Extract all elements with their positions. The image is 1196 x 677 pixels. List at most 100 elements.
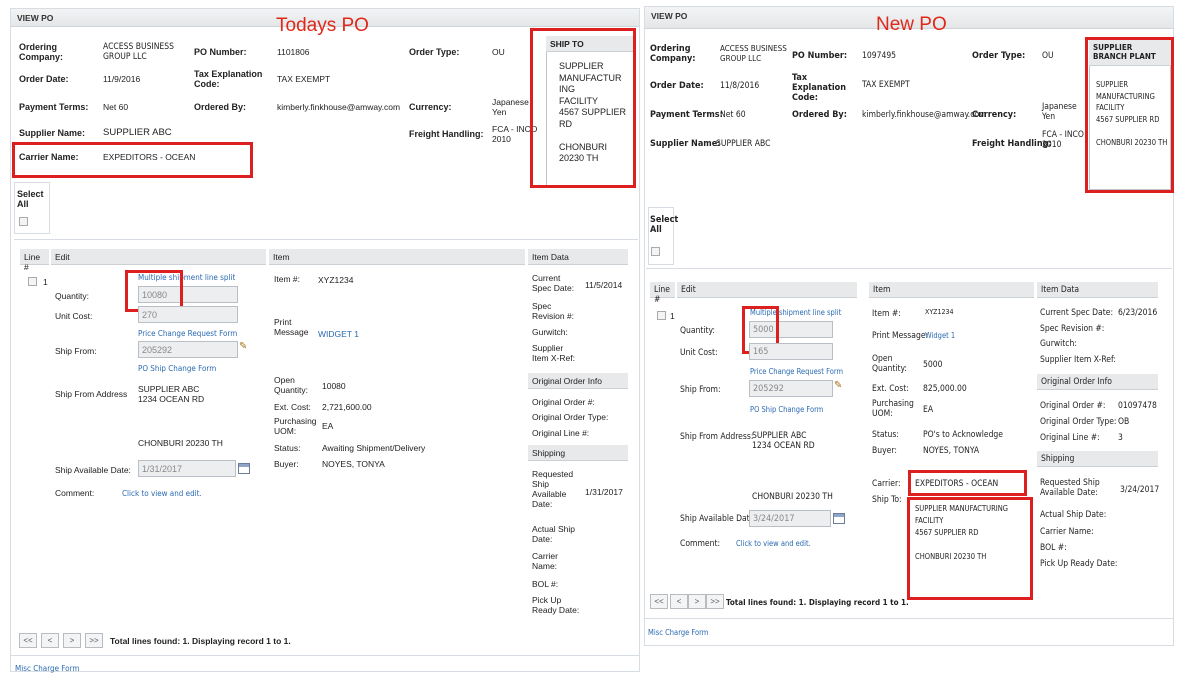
price-change-link-r[interactable]: Price Change Request Form <box>750 367 843 377</box>
line-number: 1 <box>43 277 48 287</box>
pencil-icon[interactable]: ✎ <box>239 341 249 352</box>
status-label: Status: <box>274 443 301 453</box>
select-all-checkbox-r[interactable] <box>651 247 660 256</box>
ship-from-city-value: CHONBURI 20230 TH <box>138 438 223 448</box>
pager-last-button[interactable]: >> <box>85 633 103 648</box>
original-order-info-title: Original Order Info <box>528 373 628 389</box>
original-order-type-label-r: Original Order Type: <box>1040 417 1117 427</box>
ext-cost-value-r: 825,000.00 <box>923 384 967 394</box>
original-order-label: Original Order #: <box>532 397 595 407</box>
ship-from-address-label: Ship From Address <box>55 389 128 399</box>
pager-first-button-r[interactable]: << <box>650 594 668 609</box>
supplier-item-xref-label-r: Supplier Item X-Ref: <box>1040 355 1116 365</box>
buyer-value-r: NOYES, TONYA <box>923 446 980 456</box>
unit-cost-input-r[interactable]: 165 <box>749 343 833 360</box>
pickup-ready-date-label: Pick Up Ready Date: <box>532 595 580 615</box>
freight-handling-label-r: Freight Handling: <box>972 139 1052 149</box>
select-all-label: Select All <box>17 189 44 209</box>
item-number-label-r: Item #: <box>872 309 901 319</box>
requested-ship-date-label-r: Requested Ship Available Date: <box>1040 478 1100 498</box>
original-line-label-r: Original Line #: <box>1040 433 1100 443</box>
current-spec-date-value: 11/5/2014 <box>585 280 623 290</box>
ship-from-address-value: SUPPLIER ABC 1234 OCEAN RD <box>138 384 205 404</box>
price-change-link[interactable]: Price Change Request Form <box>138 329 237 339</box>
print-message-label: Print Message <box>274 317 309 337</box>
column-item: Item <box>269 249 525 265</box>
ext-cost-label-r: Ext. Cost: <box>872 384 909 394</box>
gurwitch-label-r: Gurwitch: <box>1040 339 1077 349</box>
carrier-name-label-2: Carrier Name: <box>532 551 558 571</box>
supplier-name-value: SUPPLIER ABC <box>103 127 172 138</box>
ship-available-date-input[interactable]: 1/31/2017 <box>138 460 236 477</box>
pager-prev-button[interactable]: < <box>41 633 59 648</box>
divider-bottom-r <box>645 618 1173 619</box>
highlight-carrier-r <box>908 470 1027 496</box>
quantity-label: Quantity: <box>55 291 90 301</box>
annotation-title-todays-po: Todays PO <box>276 15 369 36</box>
pager-last-button-r[interactable]: >> <box>706 594 724 609</box>
unit-cost-input[interactable]: 270 <box>138 306 238 323</box>
payment-terms-value-r: Net 60 <box>720 110 746 120</box>
status-value: Awaiting Shipment/Delivery <box>322 443 426 453</box>
order-date-value: 11/9/2016 <box>103 74 141 84</box>
requested-ship-date-label: Requested Ship Available Date: <box>532 469 574 509</box>
ship-from-city-value-r: CHONBURI 20230 TH <box>752 492 833 502</box>
original-order-value-r: 01097478 <box>1118 401 1157 411</box>
ordered-by-label: Ordered By: <box>194 102 247 112</box>
currency-label-r: Currency: <box>972 110 1017 120</box>
original-line-label: Original Line #: <box>532 428 590 438</box>
highlight-ship-to <box>530 28 636 188</box>
item-number-label: Item #: <box>274 274 300 284</box>
pager-first-button[interactable]: << <box>19 633 37 648</box>
po-number-label: PO Number: <box>194 47 247 57</box>
spec-revision-label-r: Spec Revision #: <box>1040 324 1105 334</box>
po-ship-change-link-r[interactable]: PO Ship Change Form <box>750 405 823 415</box>
tax-explanation-value-r: TAX EXEMPT <box>862 80 910 90</box>
comment-edit-link[interactable]: Click to view and edit. <box>122 489 202 499</box>
order-date-value-r: 11/8/2016 <box>720 81 760 91</box>
ship-from-address-value-r: SUPPLIER ABC 1234 OCEAN RD <box>752 431 815 451</box>
ship-from-address-label-r: Ship From Address: <box>680 432 754 442</box>
print-message-value-r[interactable]: Widget 1 <box>925 331 955 341</box>
line-checkbox-r[interactable] <box>657 311 666 320</box>
pager-next-button[interactable]: > <box>63 633 81 648</box>
shipping-title: Shipping <box>528 445 628 461</box>
po-ship-change-link[interactable]: PO Ship Change Form <box>138 364 216 374</box>
pager-next-button-r[interactable]: > <box>688 594 706 609</box>
ship-available-date-input-r[interactable]: 3/24/2017 <box>749 510 831 527</box>
purchasing-uom-value: EA <box>322 421 334 431</box>
misc-charge-form-link-r[interactable]: Misc Charge Form <box>648 628 708 638</box>
purchasing-uom-label: Purchasing UOM: <box>274 416 317 436</box>
pencil-icon-r[interactable]: ✎ <box>834 380 844 391</box>
ordered-by-label-r: Ordered By: <box>792 110 847 120</box>
current-spec-date-label-r: Current Spec Date: <box>1040 308 1114 318</box>
supplier-name-value-r: SUPPLIER ABC <box>716 139 771 149</box>
order-type-label-r: Order Type: <box>972 51 1026 61</box>
column-item-data-r: Item Data <box>1037 282 1158 298</box>
line-checkbox[interactable] <box>28 277 37 286</box>
comment-label: Comment: <box>55 488 95 498</box>
order-type-label: Order Type: <box>409 47 460 57</box>
calendar-icon-r[interactable] <box>833 513 845 524</box>
column-line-r: Line # <box>650 282 675 305</box>
ordering-company-value: ACCESS BUSINESS GROUP LLC <box>103 42 174 62</box>
ship-from-input-r[interactable]: 205292 <box>749 380 833 397</box>
ship-from-input[interactable]: 205292 <box>138 341 238 358</box>
spec-revision-label: Spec Revision #: <box>532 301 575 321</box>
calendar-icon[interactable] <box>238 463 250 474</box>
column-item-r: Item <box>869 282 1034 298</box>
misc-charge-form-link[interactable]: Misc Charge Form <box>15 664 79 674</box>
comment-edit-link-r[interactable]: Click to view and edit. <box>736 539 811 549</box>
column-item-data: Item Data <box>528 249 628 265</box>
ship-to-label-r: Ship To: <box>872 495 902 505</box>
ordered-by-value: kimberly.finkhouse@amway.com <box>277 102 401 112</box>
ext-cost-label: Ext. Cost: <box>274 402 311 412</box>
select-all-checkbox[interactable] <box>19 217 28 226</box>
bol-label: BOL #: <box>532 579 559 589</box>
pager-prev-button-r[interactable]: < <box>670 594 688 609</box>
print-message-value[interactable]: WIDGET 1 <box>318 329 359 339</box>
annotation-title-new-po: New PO <box>876 14 947 35</box>
shipping-title-r: Shipping <box>1037 451 1158 467</box>
freight-handling-label: Freight Handling: <box>409 129 484 139</box>
supplier-name-label: Supplier Name: <box>19 128 86 138</box>
